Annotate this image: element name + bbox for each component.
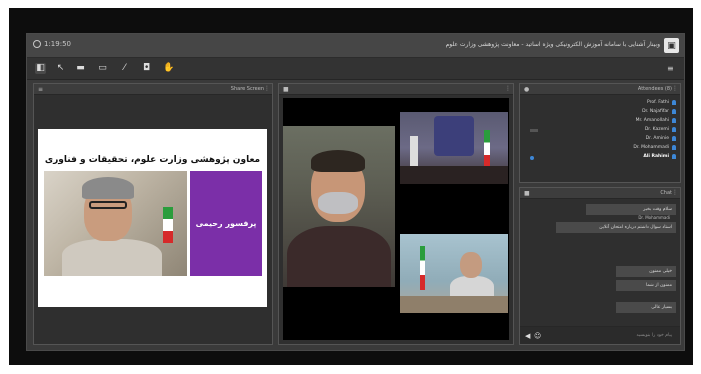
- user-icon: [672, 136, 676, 141]
- chat-input[interactable]: ◀ ☺ پیام خود را بنویسید: [520, 326, 680, 344]
- pen-icon[interactable]: ⁄: [119, 63, 130, 74]
- video-tile-remote[interactable]: [400, 234, 508, 313]
- options-icon[interactable]: ⋮: [672, 189, 678, 196]
- users-icon: ●: [524, 86, 530, 93]
- chat-panel: ■ Chat ⋮ سلام وقت بخیر Dr. Mohammadi است…: [519, 187, 681, 345]
- user-icon: [672, 100, 676, 105]
- user-icon: [672, 145, 676, 150]
- user-icon: [672, 118, 676, 123]
- user-icon: [672, 127, 676, 132]
- name-box: پرفسور رحیمی: [190, 171, 262, 276]
- emoji-icon[interactable]: ☺: [534, 332, 541, 340]
- chat-message: استاد سوال داشتم درباره امتحان آنلاین: [556, 222, 676, 233]
- list-item[interactable]: Dr. Mohammadi: [576, 143, 676, 152]
- attendee-list: Prof. Fathi Dr. Najafifar Mr. Amanollahi…: [576, 98, 676, 161]
- attendees-title: Attendees (8): [637, 86, 672, 92]
- attendees-panel: ● Attendees (8) ⋮ Prof. Fathi Dr. Najafi…: [519, 83, 681, 183]
- user-icon: [672, 154, 676, 159]
- panel-menu-icon[interactable]: ≡: [38, 86, 43, 93]
- send-icon[interactable]: ◀: [525, 332, 530, 340]
- list-item[interactable]: Mr. Amanollahi: [576, 116, 676, 125]
- attendees-panel-header: ● Attendees (8) ⋮: [520, 84, 680, 95]
- list-item[interactable]: Dr. Najafifar: [576, 107, 676, 116]
- speaker-photo: [44, 171, 187, 276]
- list-item[interactable]: Ali Rahimi: [576, 152, 676, 161]
- camera-icon[interactable]: ◘: [141, 63, 152, 74]
- title-bar: 1:19:50 وبینار آشنایی با سامانه آموزش ال…: [27, 34, 684, 58]
- session-timer: 1:19:50: [33, 40, 71, 48]
- video-panel-header: ■ ⋮: [279, 84, 513, 95]
- chat-message: خیلی ممنون: [616, 266, 676, 277]
- chat-messages: سلام وقت بخیر Dr. Mohammadi استاد سوال د…: [524, 202, 676, 322]
- video-tile-main[interactable]: [283, 126, 395, 287]
- chat-panel-header: ■ Chat ⋮: [520, 188, 680, 199]
- list-item[interactable]: Prof. Fathi: [576, 98, 676, 107]
- chat-icon: ■: [524, 190, 530, 197]
- status-dot: [530, 156, 534, 160]
- toolbar: ◧ ↖ ▬ ▭ ⁄ ◘ ✋ ≡: [27, 58, 684, 80]
- speaker-name: پرفسور رحیمی: [195, 219, 257, 228]
- close-icon[interactable]: ⋮: [264, 85, 270, 92]
- status-indicator: [530, 129, 538, 132]
- video-tile-conference[interactable]: [400, 112, 508, 184]
- menu-icon[interactable]: ≡: [667, 64, 676, 73]
- share-panel-title: Share Screen: [230, 86, 264, 92]
- options-icon[interactable]: ⋮: [672, 85, 678, 92]
- pointer-icon[interactable]: ↖: [55, 63, 66, 74]
- chat-placeholder: پیام خود را بنویسید: [636, 333, 672, 338]
- presenter-icon[interactable]: ◧: [35, 63, 46, 74]
- video-panel: ■ ⋮: [278, 83, 514, 345]
- list-item[interactable]: Dr. Kazemi: [576, 125, 676, 134]
- app-window: 1:19:50 وبینار آشنایی با سامانه آموزش ال…: [26, 33, 685, 351]
- share-panel: ≡ Share Screen ⋮ معاون پژوهشی وزارت علوم…: [33, 83, 273, 345]
- chat-message: سلام وقت بخیر: [586, 204, 676, 215]
- chat-message: بسیار عالی: [616, 302, 676, 313]
- shared-slide: معاون پژوهشی وزارت علوم، تحقیقات و فناور…: [38, 129, 267, 307]
- logo-icon: ▣: [664, 38, 679, 53]
- window-title: وبینار آشنایی با سامانه آموزش الکترونیکی…: [445, 41, 660, 48]
- video-grid: [283, 98, 509, 340]
- flag-icon: [163, 207, 173, 243]
- hand-icon[interactable]: ✋: [163, 63, 174, 74]
- clock-icon: [33, 40, 41, 48]
- chat-title: Chat: [660, 190, 672, 196]
- timer-text: 1:19:50: [44, 40, 71, 48]
- video-icon: ■: [283, 86, 289, 93]
- user-icon: [672, 109, 676, 114]
- screen-share-icon[interactable]: ▭: [97, 63, 108, 74]
- slide-headline: معاون پژوهشی وزارت علوم، تحقیقات و فناور…: [44, 155, 261, 165]
- chat-message: ممنون از شما: [616, 280, 676, 291]
- share-panel-header: ≡ Share Screen ⋮: [34, 84, 272, 95]
- folder-icon[interactable]: ▬: [75, 63, 86, 74]
- list-item[interactable]: Dr. Aminie: [576, 134, 676, 143]
- options-icon[interactable]: ⋮: [505, 85, 511, 92]
- chat-sender: Dr. Mohammadi: [638, 215, 670, 220]
